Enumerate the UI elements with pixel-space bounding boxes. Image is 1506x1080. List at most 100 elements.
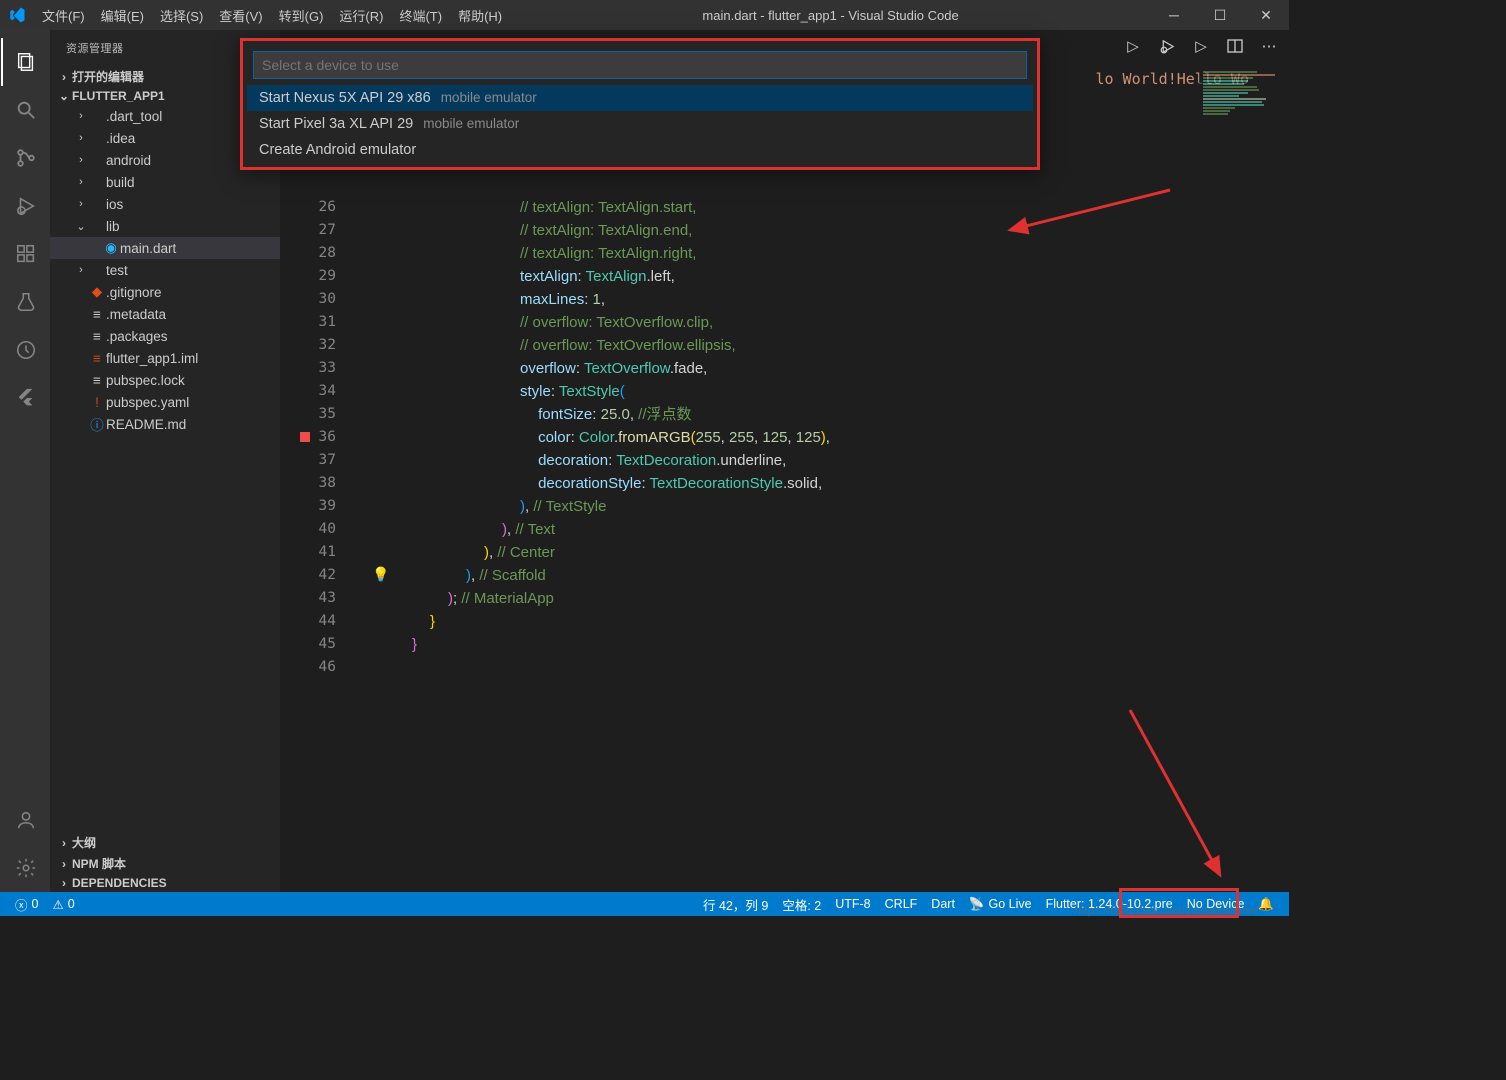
file-item[interactable]: ≡pubspec.lock: [50, 369, 280, 391]
play-icon[interactable]: ▷: [1189, 34, 1213, 58]
status-item[interactable]: CRLF: [878, 895, 925, 914]
tree-label: .packages: [106, 329, 168, 344]
code-line[interactable]: 46: [300, 655, 1179, 678]
status-item[interactable]: Dart: [924, 895, 962, 914]
text-icon: ≡: [88, 329, 106, 344]
title-bar: 文件(F)编辑(E)选择(S)查看(V)转到(G)运行(R)终端(T)帮助(H)…: [0, 0, 1289, 30]
code-line[interactable]: 27// textAlign: TextAlign.end,: [300, 218, 1179, 241]
window-title: main.dart - flutter_app1 - Visual Studio…: [510, 8, 1151, 23]
run-icon[interactable]: ▷: [1121, 34, 1145, 58]
close-button[interactable]: ✕: [1243, 0, 1289, 30]
debug-icon[interactable]: [1, 182, 49, 230]
tree-label: build: [106, 175, 135, 190]
file-item[interactable]: ≡flutter_app1.iml: [50, 347, 280, 369]
folder-item[interactable]: ›test: [50, 259, 280, 281]
quickpick-item[interactable]: Start Pixel 3a XL API 29mobile emulator: [247, 111, 1033, 137]
file-item[interactable]: ◉main.dart: [50, 237, 280, 259]
settings-gear-icon[interactable]: [1, 844, 49, 892]
yaml-icon: ≡: [88, 351, 106, 366]
status-item[interactable]: 📡 Go Live: [962, 895, 1039, 914]
git-icon: ◆: [88, 284, 106, 300]
code-line[interactable]: 44}: [300, 609, 1179, 632]
source-control-icon[interactable]: [1, 134, 49, 182]
menu-item[interactable]: 查看(V): [211, 6, 270, 25]
code-line[interactable]: 38 decorationStyle: TextDecorationStyle.…: [300, 471, 1179, 494]
info-icon: ⓘ: [88, 414, 106, 434]
code-line[interactable]: 45}: [300, 632, 1179, 655]
file-item[interactable]: ≡.metadata: [50, 303, 280, 325]
maximize-button[interactable]: ☐: [1197, 0, 1243, 30]
tree-label: flutter_app1.iml: [106, 351, 198, 366]
explorer-icon[interactable]: [1, 38, 49, 86]
quickpick-input[interactable]: [253, 51, 1027, 79]
status-item[interactable]: 行 42，列 9: [696, 895, 775, 914]
menu-item[interactable]: 运行(R): [331, 6, 391, 25]
menu-item[interactable]: 编辑(E): [93, 6, 152, 25]
code-line[interactable]: 29textAlign: TextAlign.left,: [300, 264, 1179, 287]
code-line[interactable]: 43); // MaterialApp: [300, 586, 1179, 609]
debug-run-icon[interactable]: [1155, 34, 1179, 58]
code-line[interactable]: 36 color: Color.fromARGB(255, 255, 125, …: [300, 425, 1179, 448]
minimize-button[interactable]: ─: [1151, 0, 1197, 30]
folder-item[interactable]: ›ios: [50, 193, 280, 215]
code-line[interactable]: 31// overflow: TextOverflow.clip,: [300, 310, 1179, 333]
code-line[interactable]: 37 decoration: TextDecoration.underline,: [300, 448, 1179, 471]
code-line[interactable]: 32// overflow: TextOverflow.ellipsis,: [300, 333, 1179, 356]
file-item[interactable]: !pubspec.yaml: [50, 391, 280, 413]
status-item[interactable]: 空格: 2: [775, 895, 828, 914]
menu-item[interactable]: 选择(S): [152, 6, 211, 25]
watermark: https://blog.csdn.net/Jessieeeeeee: [1074, 903, 1259, 917]
folder-item[interactable]: ›build: [50, 171, 280, 193]
tree-label: pubspec.yaml: [106, 395, 189, 410]
lightbulb-icon[interactable]: 💡: [372, 566, 389, 583]
status-errors[interactable]: ⓧ 0: [8, 895, 45, 914]
sidebar-section-header[interactable]: ›NPM 脚本: [50, 853, 280, 874]
quickpick-item[interactable]: Create Android emulator: [247, 137, 1033, 163]
menu-item[interactable]: 转到(G): [271, 6, 332, 25]
menu-bar: 文件(F)编辑(E)选择(S)查看(V)转到(G)运行(R)终端(T)帮助(H): [34, 6, 510, 25]
split-editor-icon[interactable]: [1223, 34, 1247, 58]
menu-item[interactable]: 文件(F): [34, 6, 93, 25]
status-warnings[interactable]: ⚠ 0: [45, 897, 81, 912]
file-item[interactable]: ⓘREADME.md: [50, 413, 280, 435]
code-line[interactable]: 33overflow: TextOverflow.fade,: [300, 356, 1179, 379]
flutter-icon[interactable]: [1, 374, 49, 422]
tree-label: main.dart: [120, 241, 176, 256]
history-icon[interactable]: [1, 326, 49, 374]
tree-label: .gitignore: [106, 285, 162, 300]
tree-label: pubspec.lock: [106, 373, 185, 388]
tree-label: README.md: [106, 417, 186, 432]
tree-label: .metadata: [106, 307, 166, 322]
code-line[interactable]: 30maxLines: 1,: [300, 287, 1179, 310]
code-line[interactable]: 34style: TextStyle(: [300, 379, 1179, 402]
more-icon[interactable]: ⋯: [1257, 34, 1281, 58]
sidebar-section-header[interactable]: ›大纲: [50, 832, 280, 853]
search-icon[interactable]: [1, 86, 49, 134]
menu-item[interactable]: 终端(T): [391, 6, 450, 25]
sidebar-section-header[interactable]: ›DEPENDENCIES: [50, 874, 280, 892]
code-line[interactable]: 35 fontSize: 25.0, //浮点数: [300, 402, 1179, 425]
account-icon[interactable]: [1, 796, 49, 844]
tree-label: .dart_tool: [106, 109, 162, 124]
menu-item[interactable]: 帮助(H): [450, 6, 510, 25]
code-line[interactable]: 28// textAlign: TextAlign.right,: [300, 241, 1179, 264]
text-icon: ≡: [88, 373, 106, 388]
code-line[interactable]: 41), // Center: [300, 540, 1179, 563]
file-item[interactable]: ◆.gitignore: [50, 281, 280, 303]
file-item[interactable]: ≡.packages: [50, 325, 280, 347]
code-line[interactable]: 39), // TextStyle: [300, 494, 1179, 517]
code-line[interactable]: 26// textAlign: TextAlign.start,: [300, 195, 1179, 218]
quickpick-item[interactable]: Start Nexus 5X API 29 x86mobile emulator: [247, 85, 1033, 111]
extensions-icon[interactable]: [1, 230, 49, 278]
error-marker-icon: [300, 432, 310, 442]
vscode-icon: [0, 6, 34, 24]
testing-icon[interactable]: [1, 278, 49, 326]
text-icon: ≡: [88, 307, 106, 322]
code-line[interactable]: 40), // Text: [300, 517, 1179, 540]
folder-item[interactable]: ⌄lib: [50, 215, 280, 237]
tree-label: .idea: [106, 131, 135, 146]
minimap[interactable]: [1199, 70, 1289, 270]
status-item[interactable]: UTF-8: [828, 895, 877, 914]
tree-label: android: [106, 153, 151, 168]
code-line[interactable]: 42💡), // Scaffold: [300, 563, 1179, 586]
